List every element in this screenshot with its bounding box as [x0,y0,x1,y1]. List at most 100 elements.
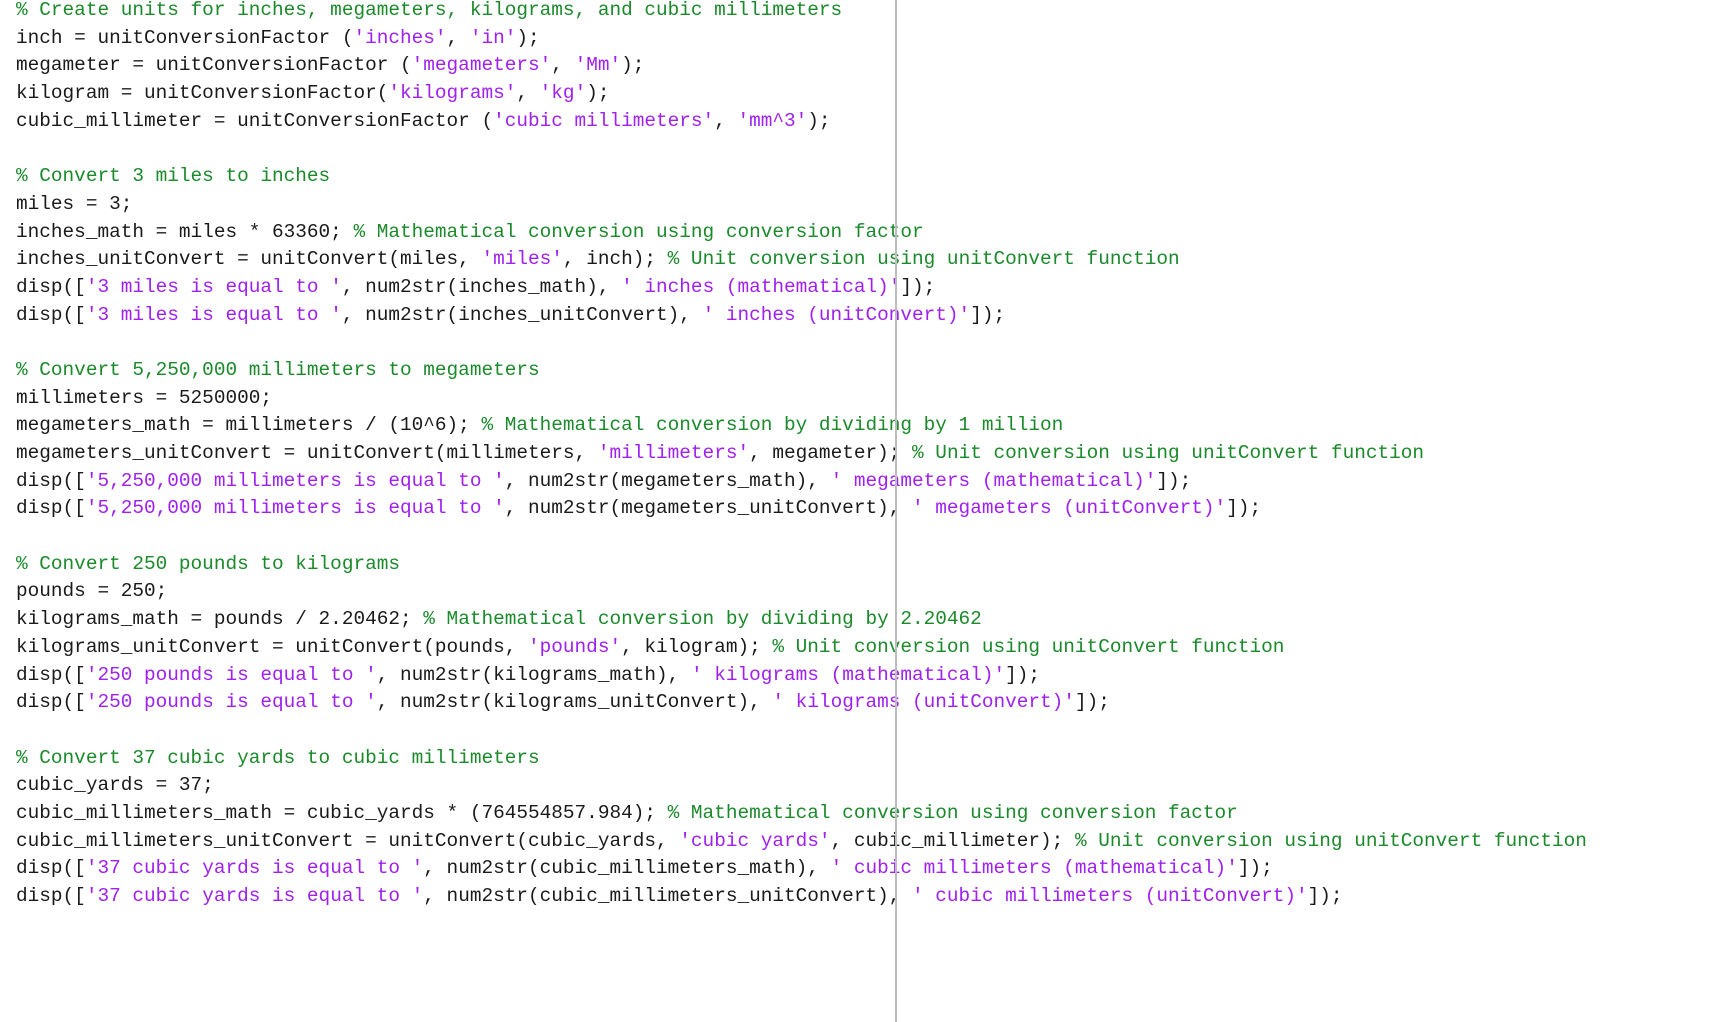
code-line[interactable]: inches_math = miles * 63360; % Mathemati… [16,219,1587,247]
code-line[interactable]: pounds = 250; [16,578,1587,606]
code-token: cubic_millimeters_unitConvert = unitConv… [16,829,680,852]
code-line[interactable]: kilogram = unitConversionFactor('kilogra… [16,80,1587,108]
code-token: disp([ [16,497,86,520]
code-token: disp([ [16,857,86,880]
code-line[interactable]: disp(['5,250,000 millimeters is equal to… [16,468,1587,496]
code-line[interactable]: megameters_unitConvert = unitConvert(mil… [16,440,1587,468]
code-comment: % Convert 250 pounds to kilograms [16,552,400,575]
string-literal: ' inches (unitConvert)' [702,303,971,326]
code-token: , [446,26,470,49]
code-comment: % Convert 37 cubic yards to cubic millim… [16,746,540,769]
code-line[interactable]: kilograms_unitConvert = unitConvert(poun… [16,634,1587,662]
code-line[interactable]: inches_unitConvert = unitConvert(miles, … [16,246,1587,274]
code-line[interactable]: disp(['37 cubic yards is equal to ', num… [16,883,1587,911]
code-token: ]); [1226,497,1262,520]
string-literal: ' megameters (unitConvert)' [912,497,1227,520]
code-token: , num2str(megameters_math), [504,469,831,492]
code-token: disp([ [16,303,86,326]
code-token: ); [586,82,610,105]
string-literal: '3 miles is equal to ' [85,303,342,326]
code-token: ); [807,109,831,132]
code-comment: % Unit conversion using unitConvert func… [912,442,1425,464]
code-line[interactable]: cubic_millimeter = unitConversionFactor … [16,108,1587,136]
code-line[interactable]: disp(['5,250,000 millimeters is equal to… [16,495,1587,523]
code-token: miles = 3; [16,192,133,215]
code-line[interactable]: disp(['3 miles is equal to ', num2str(in… [16,302,1587,330]
code-line[interactable]: disp(['3 miles is equal to ', num2str(in… [16,274,1587,302]
code-token: , cubic_millimeter); [830,829,1075,852]
code-token: , megameter); [749,442,913,464]
blank-code-line[interactable] [16,717,1587,745]
code-comment: % Mathematical conversion by dividing by… [423,608,982,631]
code-token: cubic_millimeter = unitConversionFactor … [16,109,494,132]
code-editor[interactable]: % Create units for inches, megameters, k… [0,0,1714,1022]
code-line[interactable]: disp(['250 pounds is equal to ', num2str… [16,662,1587,690]
code-line[interactable]: kilograms_math = pounds / 2.20462; % Mat… [16,606,1587,634]
string-literal: '5,250,000 millimeters is equal to ' [85,469,505,492]
code-line[interactable]: disp(['37 cubic yards is equal to ', num… [16,855,1587,883]
code-line[interactable]: megameter = unitConversionFactor ('megam… [16,52,1587,80]
code-token: , num2str(cubic_millimeters_unitConvert)… [423,885,913,907]
code-token: millimeters = 5250000; [16,386,272,409]
code-token: , kilogram); [621,635,773,658]
code-token: kilograms_math = pounds / 2.20462; [16,608,424,631]
string-literal: ' kilograms (unitConvert)' [772,691,1075,714]
code-token: , num2str(inches_math), [341,275,622,298]
string-literal: ' inches (mathematical)' [621,275,901,298]
code-token: inches_unitConvert = unitConvert(miles, [16,248,482,271]
code-comment: % Unit conversion using unitConvert func… [1074,829,1587,852]
code-token: , [516,82,540,105]
code-line[interactable]: cubic_yards = 37; [16,772,1587,800]
code-token: , [714,109,738,132]
code-token: megameter = unitConversionFactor ( [16,54,412,77]
code-token: , num2str(inches_unitConvert), [341,303,703,326]
code-line[interactable]: % Convert 37 cubic yards to cubic millim… [16,745,1587,773]
code-line[interactable]: cubic_millimeters_unitConvert = unitConv… [16,828,1587,856]
code-token: ]); [970,303,1006,326]
string-literal: 'millimeters' [597,442,750,464]
string-literal: ' megameters (mathematical)' [830,469,1157,492]
code-token: ]); [1074,691,1110,714]
string-literal: ' cubic millimeters (mathematical)' [830,857,1238,880]
code-token: inches_math = miles * 63360; [16,220,354,243]
string-literal: 'cubic millimeters' [493,109,715,132]
blank-code-line[interactable] [16,523,1587,551]
code-token: ]); [1307,885,1343,907]
code-token: megameters_unitConvert = unitConvert(mil… [16,442,598,464]
string-literal: 'mm^3' [737,109,808,132]
code-comment: % Create units for inches, megameters, k… [16,0,843,21]
string-literal: 'inches' [353,26,447,49]
blank-code-line[interactable] [16,329,1587,357]
code-comment: % Mathematical conversion using conversi… [353,220,924,243]
string-literal: '250 pounds is equal to ' [85,663,377,686]
code-comment: % Unit conversion using unitConvert func… [772,635,1285,658]
string-literal: '5,250,000 millimeters is equal to ' [85,497,505,520]
code-token: , num2str(cubic_millimeters_math), [423,857,831,880]
code-line[interactable]: disp(['250 pounds is equal to ', num2str… [16,689,1587,717]
code-token: ]); [1156,469,1192,492]
code-line[interactable]: miles = 3; [16,191,1587,219]
code-line[interactable]: % Convert 5,250,000 millimeters to megam… [16,357,1587,385]
right-margin-guide-line [895,0,897,1022]
code-line[interactable]: megameters_math = millimeters / (10^6); … [16,412,1587,440]
string-literal: 'kilograms' [388,82,517,105]
blank-code-line[interactable] [16,135,1587,163]
code-token: , num2str(kilograms_math), [376,663,691,686]
code-line[interactable]: cubic_millimeters_math = cubic_yards * (… [16,800,1587,828]
code-token: cubic_yards = 37; [16,774,214,797]
code-comment: % Mathematical conversion by dividing by… [481,414,1064,437]
code-line[interactable]: inch = unitConversionFactor ('inches', '… [16,25,1587,53]
code-token: pounds = 250; [16,580,168,603]
code-token: , [551,54,575,77]
code-line[interactable]: % Convert 250 pounds to kilograms [16,551,1587,579]
string-literal: 'megameters' [411,54,552,77]
code-line[interactable]: millimeters = 5250000; [16,385,1587,413]
code-line[interactable]: % Convert 3 miles to inches [16,163,1587,191]
code-token: disp([ [16,469,86,492]
code-text-area[interactable]: % Create units for inches, megameters, k… [16,0,1587,911]
code-line[interactable]: % Create units for inches, megameters, k… [16,0,1587,25]
code-token: cubic_millimeters_math = cubic_yards * (… [16,801,668,824]
code-token: , num2str(kilograms_unitConvert), [376,691,773,714]
string-literal: '37 cubic yards is equal to ' [85,857,424,880]
string-literal: 'cubic yards' [679,829,831,852]
